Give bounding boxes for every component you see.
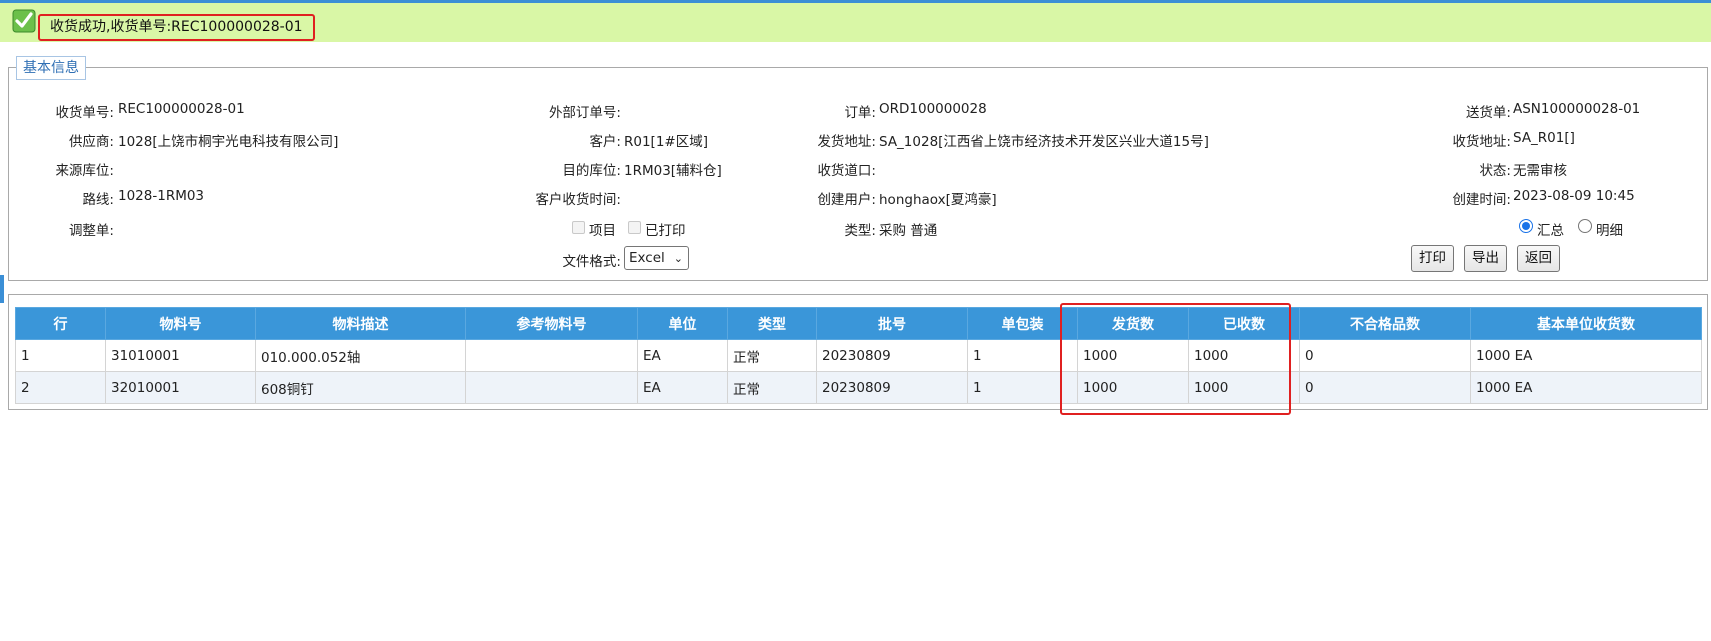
route-value: 1028-1RM03 [118,188,205,204]
cell-material-desc: 010.000.052轴 [255,339,466,372]
table-row[interactable]: 2 32010001 608铜钉 EA 正常 20230809 1 1000 1… [15,371,1702,404]
col-header-base-unit-qty: 基本单位收货数 [1470,307,1702,340]
created-time-label: 创建时间: [1452,192,1511,208]
summary-radio-label: 汇总 [1537,223,1564,239]
supplier-value: 1028[上饶市桐宇光电科技有限公司] [118,134,339,150]
back-button[interactable]: 返回 [1517,245,1560,272]
ship-address-label: 发货地址: [817,134,876,150]
receipt-lines-table: 行 物料号 物料描述 参考物料号 单位 类型 批号 单包装 发货数 已收数 不合… [15,307,1702,404]
item-checkbox-label: 项目 [589,223,616,239]
left-accent [0,275,4,303]
col-header-batch-no: 批号 [816,307,968,340]
col-header-material-no: 物料号 [105,307,256,340]
col-header-unit: 单位 [637,307,728,340]
status-label: 状态: [1479,163,1511,179]
chevron-down-icon: ⌄ [673,252,683,265]
print-button[interactable]: 打印 [1411,245,1454,272]
cell-received-qty: 1000 [1188,339,1300,372]
cell-type: 正常 [727,339,817,372]
created-by-label: 创建用户: [817,192,876,208]
route-label: 路线: [82,192,114,208]
dest-location-value: 1RM03[辅料仓] [624,163,722,179]
printed-checkbox[interactable] [628,221,641,234]
cell-unit: EA [637,371,728,404]
col-header-rejected-qty: 不合格品数 [1299,307,1471,340]
col-header-shipped-qty: 发货数 [1077,307,1189,340]
success-message: 收货成功,收货单号:REC100000028-01 [38,14,315,41]
detail-radio[interactable] [1578,219,1592,233]
col-header-ref-material-no: 参考物料号 [465,307,638,340]
cell-base-unit-qty: 1000 EA [1470,371,1702,404]
cell-shipped-qty: 1000 [1077,339,1189,372]
cell-shipped-qty: 1000 [1077,371,1189,404]
col-header-row: 行 [15,307,106,340]
customer-value: R01[1#区域] [624,134,708,150]
external-order-label: 外部订单号: [548,105,621,121]
customer-receipt-time-label: 客户收货时间: [535,192,621,208]
col-header-received-qty: 已收数 [1188,307,1300,340]
table-header-row: 行 物料号 物料描述 参考物料号 单位 类型 批号 单包装 发货数 已收数 不合… [15,307,1702,340]
asn-value: ASN100000028-01 [1513,101,1641,117]
ship-address-value: SA_1028[江西省上饶市经济技术开发区兴业大道15号] [879,134,1209,150]
cell-material-desc: 608铜钉 [255,371,466,404]
customer-label: 客户: [589,134,621,150]
cell-unit-pack: 1 [967,371,1078,404]
dest-location-label: 目的库位: [562,163,621,179]
cell-material-no: 31010001 [105,339,256,372]
cell-ref-material-no [465,371,638,404]
printed-checkbox-label: 已打印 [645,223,686,239]
adjust-order-label: 调整单: [68,223,114,239]
cell-row: 1 [15,339,106,372]
col-header-material-desc: 物料描述 [255,307,466,340]
file-format-label: 文件格式: [562,254,621,270]
file-format-value: Excel [629,250,665,266]
detail-radio-label: 明细 [1596,223,1623,239]
cell-ref-material-no [465,339,638,372]
type-label: 类型: [844,223,876,239]
receipt-no-label: 收货单号: [55,105,114,121]
col-header-unit-pack: 单包装 [967,307,1078,340]
cell-base-unit-qty: 1000 EA [1470,339,1702,372]
check-icon [12,9,36,33]
cell-unit: EA [637,339,728,372]
asn-label: 送货单: [1465,105,1511,121]
receive-address-label: 收货地址: [1452,134,1511,150]
dock-label: 收货道口: [817,163,876,179]
receive-address-value: SA_R01[] [1513,130,1575,146]
order-label: 订单: [844,105,876,121]
cell-unit-pack: 1 [967,339,1078,372]
source-location-label: 来源库位: [55,163,114,179]
summary-radio[interactable] [1519,219,1533,233]
export-button[interactable]: 导出 [1464,245,1507,272]
supplier-label: 供应商: [68,134,114,150]
cell-type: 正常 [727,371,817,404]
item-checkbox[interactable] [572,221,585,234]
receipt-no-value: REC100000028-01 [118,101,245,117]
cell-rejected-qty: 0 [1299,371,1471,404]
cell-material-no: 32010001 [105,371,256,404]
cell-received-qty: 1000 [1188,371,1300,404]
col-header-type: 类型 [727,307,817,340]
cell-batch-no: 20230809 [816,339,968,372]
created-time-value: 2023-08-09 10:45 [1513,188,1635,204]
cell-row: 2 [15,371,106,404]
type-value: 采购 普通 [879,223,938,239]
created-by-value: honghaox[夏鸿豪] [879,192,997,208]
basic-info-title: 基本信息 [16,56,86,80]
cell-rejected-qty: 0 [1299,339,1471,372]
success-notice-bar: 收货成功,收货单号:REC100000028-01 [0,3,1711,42]
table-row[interactable]: 1 31010001 010.000.052轴 EA 正常 20230809 1… [15,339,1702,372]
status-value: 无需审核 [1513,163,1567,179]
cell-batch-no: 20230809 [816,371,968,404]
file-format-select[interactable]: Excel ⌄ [624,246,689,270]
order-value: ORD100000028 [879,101,987,117]
